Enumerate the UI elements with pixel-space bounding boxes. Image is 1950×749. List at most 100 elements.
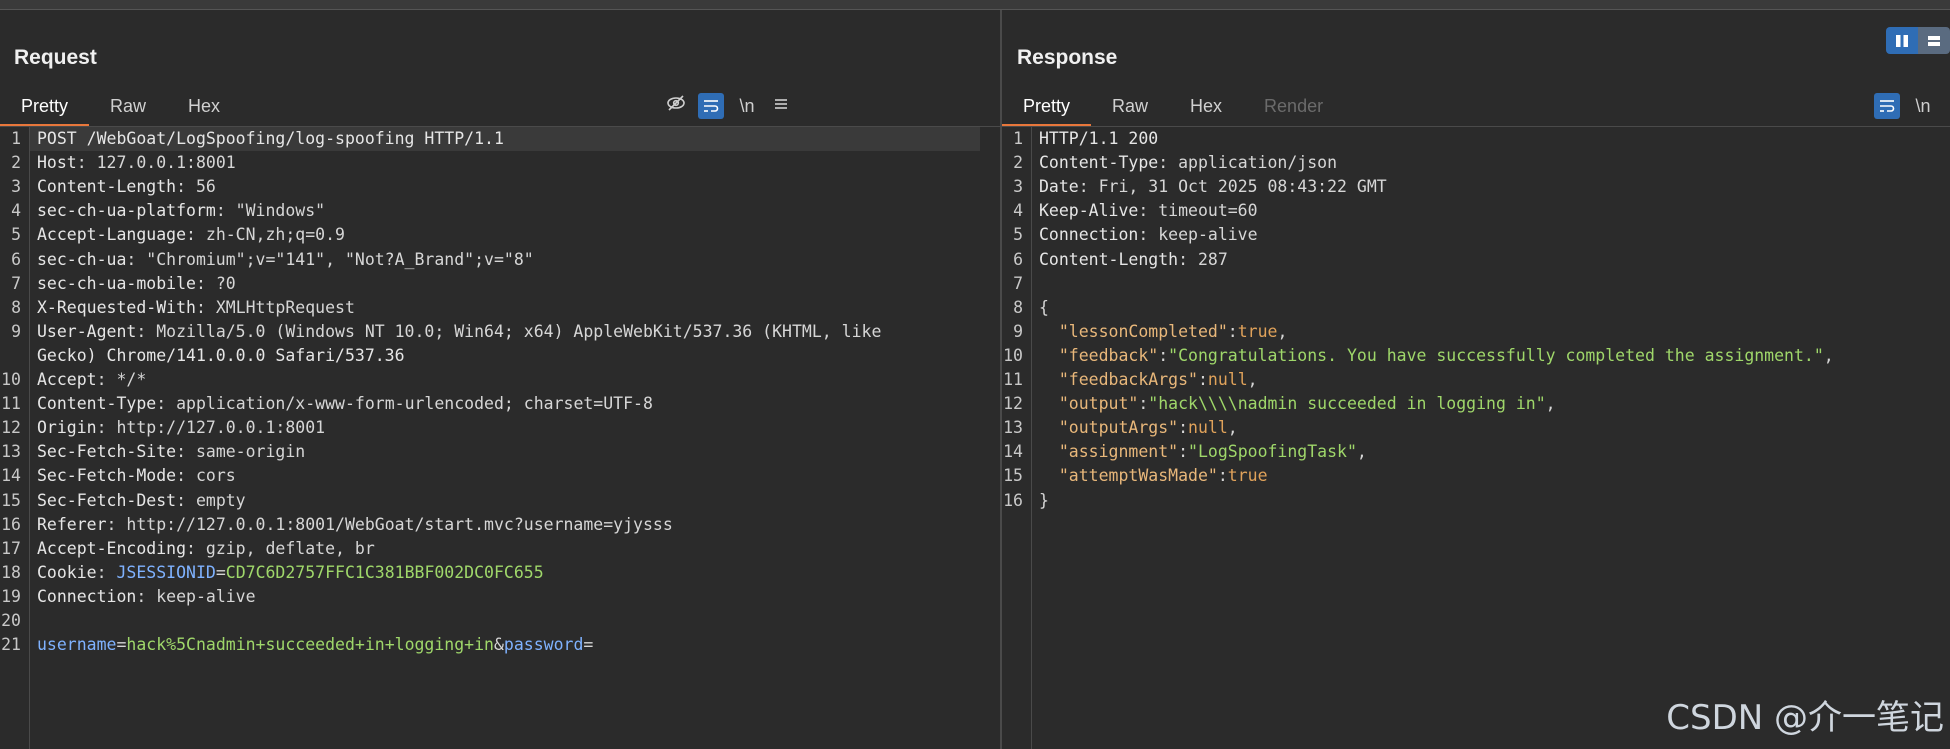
request-editor[interactable]: 1 POST /WebGoat/LogSpoofing/log-spoofing … (0, 127, 1000, 749)
header-value: : keep-alive (1138, 225, 1258, 245)
word-wrap-icon[interactable] (1874, 93, 1900, 119)
code-line: "assignment":"LogSpoofingTask", (1039, 440, 1367, 464)
header-value: : http://127.0.0.1:8001 (96, 418, 326, 438)
response-tab-hex[interactable]: Hex (1169, 86, 1243, 126)
cookie-equals: = (215, 562, 226, 582)
header-name: sec-ch-ua-mobile (37, 273, 196, 293)
code-line: Referer: http://127.0.0.1:8001/WebGoat/s… (37, 513, 673, 537)
header-name: Sec-Fetch-Mode (37, 466, 177, 486)
line-number: 12 (1, 418, 21, 438)
code-line: "output":"hack\\\\nadmin succeeded in lo… (1039, 392, 1556, 416)
stacked-rows-icon[interactable] (1918, 27, 1950, 54)
header-value: : 127.0.0.1:8001 (76, 153, 236, 173)
top-strip (0, 0, 1950, 10)
eye-slash-icon[interactable] (664, 93, 688, 119)
layout-toggle (1886, 27, 1950, 54)
newline-toggle-button[interactable]: \n (1912, 93, 1934, 119)
code-line: "feedbackArgs":null, (1039, 368, 1258, 392)
line-number: 2 (1013, 153, 1023, 173)
json-token: "outputArgs" (1058, 418, 1179, 438)
code-line: User-Agent: Mozilla/5.0 (Windows NT 10.0… (37, 320, 881, 344)
line-number: 14 (1003, 442, 1023, 462)
code-line: Sec-Fetch-Site: same-origin (37, 440, 305, 464)
code-line: "outputArgs":null, (1039, 416, 1238, 440)
header-value: : application/json (1158, 153, 1338, 173)
line-number: 15 (1, 490, 21, 510)
code-line: } (1039, 489, 1049, 513)
code-line: X-Requested-With: XMLHttpRequest (37, 296, 355, 320)
header-value: : (96, 562, 117, 582)
json-token: "feedbackArgs" (1058, 370, 1198, 389)
json-token: "hack\\\\nadmin succeeded in logging in" (1148, 394, 1546, 414)
json-token: } (1039, 490, 1049, 510)
header-name: POST /WebGoat/LogSpoofing/log-spoofing H… (37, 129, 504, 148)
split-columns-icon[interactable] (1886, 27, 1918, 54)
code-line: Content-Type: application/json (1039, 151, 1337, 175)
line-number: 14 (1, 466, 21, 486)
line-number: 8 (1013, 297, 1023, 317)
json-token: , (1356, 442, 1367, 462)
header-name: X-Requested-With (37, 297, 196, 317)
header-value: : application/x-www-form-urlencoded; cha… (156, 394, 653, 414)
json-token: { (1039, 297, 1049, 317)
line-number: 10 (1003, 345, 1023, 365)
response-pane: Response Pretty Raw Hex Render \n 1 HTTP/… (1002, 10, 1950, 749)
json-token: , (1823, 345, 1834, 365)
request-tab-hex[interactable]: Hex (167, 86, 241, 126)
line-number: 20 (1, 611, 21, 630)
header-value: : zh-CN,zh;q=0.9 (186, 225, 345, 245)
json-token: , (1247, 370, 1258, 389)
json-token: "lessonCompleted" (1058, 321, 1228, 341)
line-number: 13 (1003, 418, 1023, 438)
header-value: : timeout=60 (1138, 201, 1258, 221)
code-line: username=hack%5Cnadmin+succeeded+in+logg… (37, 633, 593, 657)
request-tab-raw[interactable]: Raw (89, 86, 167, 126)
code-line: sec-ch-ua-mobile: ?0 (37, 272, 236, 296)
line-number: 19 (1, 586, 21, 606)
header-name: Content-Length (37, 177, 177, 197)
request-tabs: Pretty Raw Hex (0, 86, 241, 127)
json-token: : (1178, 418, 1189, 438)
line-number: 7 (1013, 273, 1023, 293)
header-name: Sec-Fetch-Dest (37, 490, 177, 510)
code-line: Accept: */* (37, 368, 146, 392)
line-number: 11 (1, 394, 21, 414)
line-number: 16 (1, 514, 21, 534)
code-line: Cookie: JSESSIONID=CD7C6D2757FFC1C381BBF… (37, 561, 544, 585)
line-number: 9 (11, 321, 21, 341)
header-name: Referer (37, 514, 107, 534)
line-number: 10 (1, 370, 21, 389)
response-tab-pretty[interactable]: Pretty (1002, 86, 1092, 127)
request-pane: Request Pretty Raw Hex \n 1 POST /WebGoat… (0, 10, 1000, 749)
response-tab-render[interactable]: Render (1243, 86, 1344, 126)
response-editor[interactable]: 1 HTTP/1.1 200 2 Content-Type: application/… (1002, 127, 1950, 749)
header-value: : ?0 (195, 273, 236, 293)
line-number: 3 (11, 177, 21, 197)
json-token: , (1277, 321, 1288, 341)
line-number: 11 (1003, 370, 1023, 389)
line-number: 9 (1013, 321, 1023, 341)
word-wrap-icon[interactable] (698, 93, 724, 119)
line-number: 2 (11, 153, 21, 173)
line-number: 21 (1, 635, 21, 655)
request-tab-pretty[interactable]: Pretty (0, 86, 90, 127)
code-line: Connection: keep-alive (1039, 223, 1258, 247)
header-value: : cors (176, 466, 236, 486)
json-token: : (1138, 394, 1149, 414)
header-value: : "Chromium";v="141", "Not?A_Brand";v="8… (126, 249, 534, 269)
json-token: : (1227, 321, 1238, 341)
json-token: "output" (1058, 394, 1139, 414)
response-tab-raw[interactable]: Raw (1091, 86, 1169, 126)
newline-toggle-button[interactable]: \n (736, 93, 758, 119)
header-name: Origin (37, 418, 97, 438)
body-token: = (116, 635, 127, 655)
header-value: : Mozilla/5.0 (Windows NT 10.0; Win64; x… (136, 321, 882, 341)
hamburger-menu-icon[interactable] (771, 93, 791, 119)
code-line: Gecko) Chrome/141.0.0.0 Safari/537.36 (37, 344, 405, 368)
line-number: 8 (11, 297, 21, 317)
header-name: Accept-Encoding (37, 538, 187, 558)
